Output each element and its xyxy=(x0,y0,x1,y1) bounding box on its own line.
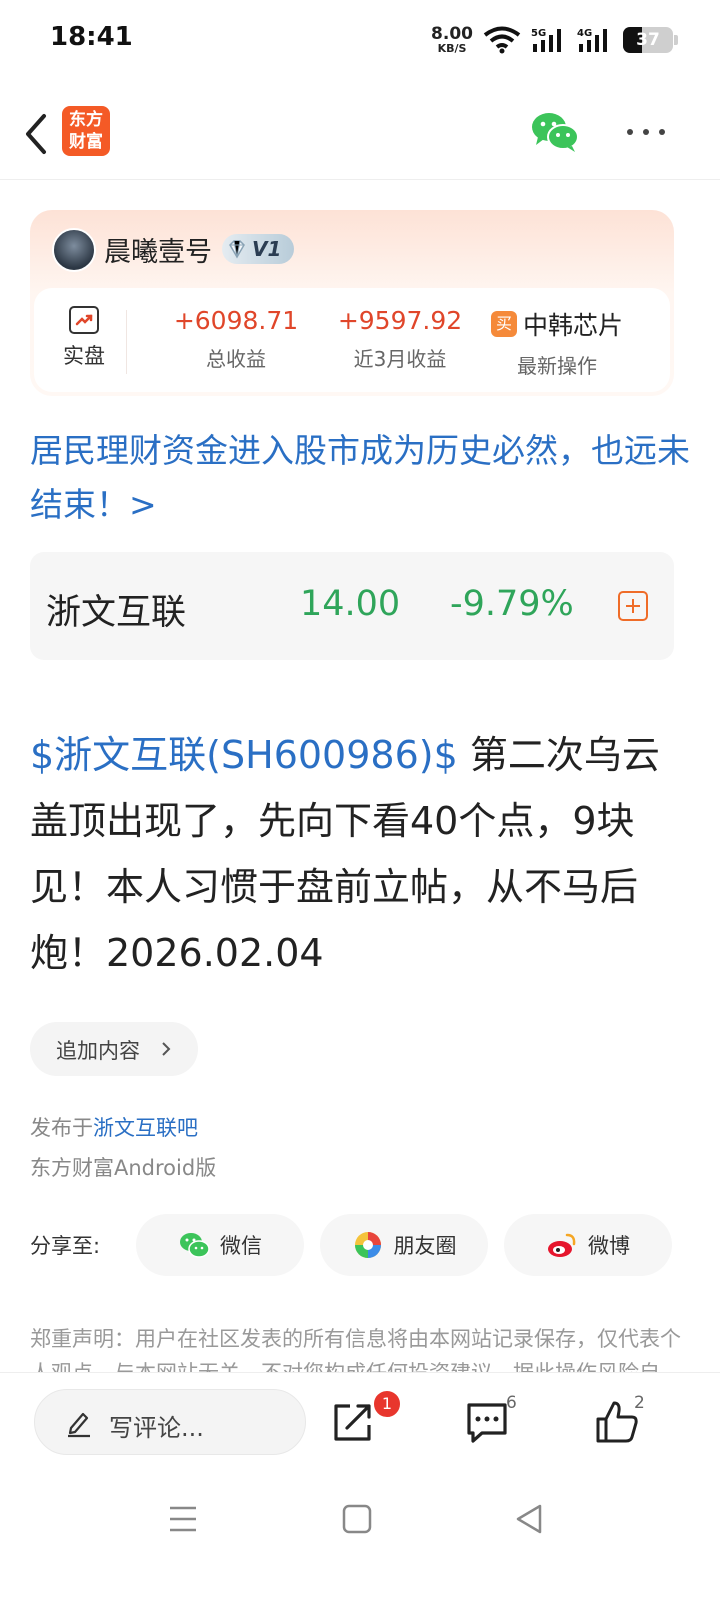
more-options-icon[interactable] xyxy=(622,122,670,142)
share-weibo-label: 微博 xyxy=(588,1234,630,1258)
network-speed-unit: KB/S xyxy=(437,42,467,55)
share-weibo-button[interactable]: 微博 xyxy=(504,1214,672,1276)
system-nav-bar xyxy=(0,1472,720,1604)
latest-stock-name: 中韩芯片 xyxy=(522,311,623,340)
moments-icon xyxy=(354,1232,381,1258)
latest-operation-label: 最新操作 xyxy=(517,354,597,378)
signal-5g-icon: 5G xyxy=(531,28,561,52)
home-square-icon[interactable] xyxy=(340,1502,374,1536)
latest-operation-stat[interactable]: 买 中韩芯片 最新操作 xyxy=(482,306,632,379)
diamond-icon xyxy=(229,240,245,259)
stock-tag-link[interactable]: $浙文互联(SH600986)$ xyxy=(30,733,458,777)
add-content-label: 追加内容 xyxy=(56,1039,140,1063)
share-wechat-label: 微信 xyxy=(220,1234,262,1258)
publish-prefix: 发布于 xyxy=(30,1116,93,1140)
stats-divider xyxy=(126,310,127,374)
logo-line-2: 财富 xyxy=(69,132,103,152)
publish-info: 发布于浙文互联吧 东方财富Android版 xyxy=(30,1108,216,1188)
chevron-right-icon xyxy=(162,1042,171,1056)
author-avatar[interactable] xyxy=(52,228,96,272)
share-badge: 1 xyxy=(372,1389,402,1419)
share-label: 分享至: xyxy=(30,1234,101,1258)
back-arrow-icon[interactable] xyxy=(18,110,58,158)
real-account-label: 实盘 xyxy=(63,344,105,368)
comment-placeholder: 写评论... xyxy=(109,1414,204,1442)
share-icon[interactable] xyxy=(330,1399,376,1445)
weibo-icon xyxy=(548,1233,576,1257)
three-month-gain-value: +9597.92 xyxy=(337,306,463,335)
stock-change: -9.79% xyxy=(450,584,574,624)
bottom-action-bar: 写评论... 1 6 2 xyxy=(0,1372,720,1472)
signal-4g-icon: 4G xyxy=(577,28,607,52)
status-bar: 18:41 8.00 KB/S 5G 4G 37 xyxy=(0,0,720,80)
total-gain-value: +6098.71 xyxy=(173,306,299,335)
level-label: V1 xyxy=(252,237,282,261)
comment-count: 6 xyxy=(506,1393,517,1413)
back-triangle-icon[interactable] xyxy=(512,1502,546,1536)
status-icons: 8.00 KB/S 5G 4G 37 xyxy=(431,22,678,58)
share-moments-label: 朋友圈 xyxy=(393,1234,457,1258)
total-gain-stat[interactable]: +6098.71 总收益 xyxy=(146,306,326,372)
publish-platform: 东方财富Android版 xyxy=(30,1156,217,1180)
forum-link[interactable]: 浙文互联吧 xyxy=(93,1116,198,1140)
author-card[interactable]: 晨曦壹号 V1 实盘 +6098.71 总收益 +9597.92 近3月收益 买… xyxy=(30,210,674,396)
status-time: 18:41 xyxy=(50,22,133,52)
top-nav-bar: 东方 财富 xyxy=(0,90,720,180)
wechat-share-icon[interactable] xyxy=(530,110,580,154)
comment-icon[interactable] xyxy=(464,1399,510,1445)
network-speed-value: 8.00 xyxy=(431,24,473,44)
post-content: $浙文互联(SH600986)$ 第二次乌云盖顶出现了，先向下看40个点，9块见… xyxy=(30,722,690,986)
add-watchlist-icon[interactable] xyxy=(618,591,648,621)
battery-icon: 37 xyxy=(623,27,673,53)
promo-headline-link[interactable]: 居民理财资金进入股市成为历史必然，也远未结束！> xyxy=(30,424,690,532)
author-stats: 实盘 +6098.71 总收益 +9597.92 近3月收益 买 中韩芯片 最新… xyxy=(34,288,670,392)
author-name[interactable]: 晨曦壹号 xyxy=(104,230,212,269)
share-wechat-button[interactable]: 微信 xyxy=(136,1214,304,1276)
stock-price: 14.00 xyxy=(300,584,401,624)
buy-tag: 买 xyxy=(490,311,517,337)
level-badge: V1 xyxy=(222,234,294,264)
stock-name: 浙文互联 xyxy=(46,593,187,633)
logo-line-1: 东方 xyxy=(69,110,103,130)
comment-input[interactable]: 写评论... xyxy=(34,1389,306,1455)
trend-chart-icon xyxy=(69,306,99,334)
like-count: 2 xyxy=(634,1393,645,1413)
network-speed: 8.00 KB/S xyxy=(431,24,473,55)
svg-text:4G: 4G xyxy=(577,28,592,39)
stock-quote-bar[interactable]: 浙文互联 14.00 -9.79% xyxy=(30,552,674,660)
real-account-button[interactable]: 实盘 xyxy=(58,306,110,370)
wechat-icon xyxy=(180,1233,210,1258)
battery-level: 37 xyxy=(636,30,660,50)
latest-operation-value: 买 中韩芯片 xyxy=(482,306,632,342)
menu-icon[interactable] xyxy=(166,1502,200,1536)
wifi-icon xyxy=(483,26,521,54)
share-row: 分享至: 微信 朋友圈 微博 xyxy=(30,1214,690,1276)
pencil-icon xyxy=(68,1412,90,1438)
svg-text:5G: 5G xyxy=(531,28,546,39)
disclaimer-text: 郑重声明：用户在社区发表的所有信息将由本网站记录保存，仅代表个人观点，与本网站无… xyxy=(30,1327,681,1372)
total-gain-label: 总收益 xyxy=(206,347,266,371)
add-content-button[interactable]: 追加内容 xyxy=(30,1022,198,1076)
three-month-gain-stat[interactable]: +9597.92 近3月收益 xyxy=(310,306,490,372)
eastmoney-logo[interactable]: 东方 财富 xyxy=(62,106,110,156)
share-moments-button[interactable]: 朋友圈 xyxy=(320,1214,488,1276)
three-month-gain-label: 近3月收益 xyxy=(353,347,447,371)
battery-cap xyxy=(674,35,678,45)
